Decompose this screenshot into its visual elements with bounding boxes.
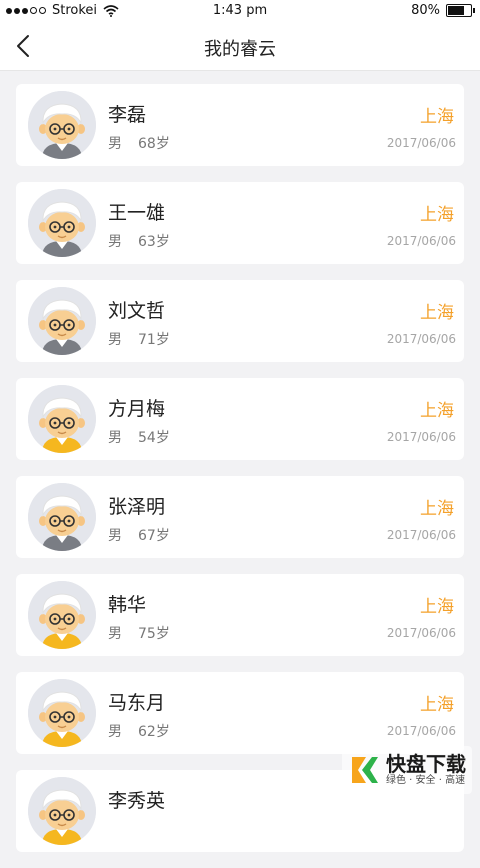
person-city: 上海 xyxy=(420,107,454,127)
elderly-avatar-icon xyxy=(28,581,96,649)
person-age: 71岁 xyxy=(138,332,170,348)
person-name: 李磊 xyxy=(108,104,147,126)
status-right: 80% xyxy=(411,3,475,18)
person-city: 上海 xyxy=(420,499,454,519)
person-gender: 男 xyxy=(108,234,122,250)
person-gender: 男 xyxy=(108,332,122,348)
person-card[interactable]: 王一雄男 63岁 上海 2017/06/06 xyxy=(16,182,464,264)
person-date: 2017/06/06 xyxy=(386,136,456,150)
watermark-text: 快盘下载 绿色 · 安全 · 高速 xyxy=(386,753,466,787)
elderly-avatar-icon xyxy=(28,189,96,257)
person-date: 2017/06/06 xyxy=(386,332,456,346)
avatar xyxy=(28,189,96,257)
person-city: 上海 xyxy=(420,695,454,715)
person-name: 王一雄 xyxy=(108,202,166,224)
person-date: 2017/06/06 xyxy=(386,724,456,738)
person-date: 2017/06/06 xyxy=(386,528,456,542)
avatar xyxy=(28,91,96,159)
person-date: 2017/06/06 xyxy=(386,430,456,444)
navigation-bar: 我的睿云 xyxy=(0,22,480,71)
person-date: 2017/06/06 xyxy=(386,626,456,640)
page-title: 我的睿云 xyxy=(204,39,276,60)
person-city: 上海 xyxy=(420,303,454,323)
avatar xyxy=(28,483,96,551)
watermark-badge: 快盘下载 绿色 · 安全 · 高速 xyxy=(342,746,472,794)
avatar xyxy=(28,287,96,355)
person-date: 2017/06/06 xyxy=(386,234,456,248)
person-card[interactable]: 韩华男 75岁 上海 2017/06/06 xyxy=(16,574,464,656)
elderly-avatar-icon xyxy=(28,385,96,453)
person-card[interactable]: 刘文哲男 71岁 上海 2017/06/06 xyxy=(16,280,464,362)
clock: 1:43 pm xyxy=(212,3,268,18)
person-age: 54岁 xyxy=(138,430,170,446)
battery-percent: 80% xyxy=(411,3,440,18)
person-name: 马东月 xyxy=(108,692,166,714)
person-card[interactable]: 方月梅男 54岁 上海 2017/06/06 xyxy=(16,378,464,460)
person-age: 63岁 xyxy=(138,234,170,250)
person-card[interactable]: 马东月男 62岁 上海 2017/06/06 xyxy=(16,672,464,754)
person-gender: 男 xyxy=(108,136,122,152)
person-name: 韩华 xyxy=(108,594,147,616)
elderly-avatar-icon xyxy=(28,777,96,845)
person-card[interactable]: 李磊男 68岁 上海 2017/06/06 xyxy=(16,84,464,166)
person-gender: 男 xyxy=(108,626,122,642)
person-name: 刘文哲 xyxy=(108,300,166,322)
battery-icon xyxy=(446,4,475,17)
person-city: 上海 xyxy=(420,401,454,421)
elderly-avatar-icon xyxy=(28,91,96,159)
watermark-title: 快盘下载 xyxy=(386,752,466,776)
person-name: 方月梅 xyxy=(108,398,166,420)
avatar xyxy=(28,777,96,845)
person-city: 上海 xyxy=(420,597,454,617)
person-gender: 男 xyxy=(108,430,122,446)
avatar xyxy=(28,581,96,649)
person-gender: 男 xyxy=(108,528,122,544)
person-age: 75岁 xyxy=(138,626,170,642)
avatar xyxy=(28,679,96,747)
elderly-avatar-icon xyxy=(28,483,96,551)
elderly-avatar-icon xyxy=(28,287,96,355)
person-city: 上海 xyxy=(420,205,454,225)
person-gender: 男 xyxy=(108,724,122,740)
person-name: 张泽明 xyxy=(108,496,166,518)
elderly-avatar-icon xyxy=(28,679,96,747)
person-age: 62岁 xyxy=(138,724,170,740)
avatar xyxy=(28,385,96,453)
kuaipan-logo-icon xyxy=(352,757,378,783)
status-bar: Strokei 1:43 pm 80% xyxy=(0,0,480,22)
watermark-subtitle: 绿色 · 安全 · 高速 xyxy=(386,775,466,786)
person-age: 67岁 xyxy=(138,528,170,544)
person-age: 68岁 xyxy=(138,136,170,152)
person-card[interactable]: 张泽明男 67岁 上海 2017/06/06 xyxy=(16,476,464,558)
